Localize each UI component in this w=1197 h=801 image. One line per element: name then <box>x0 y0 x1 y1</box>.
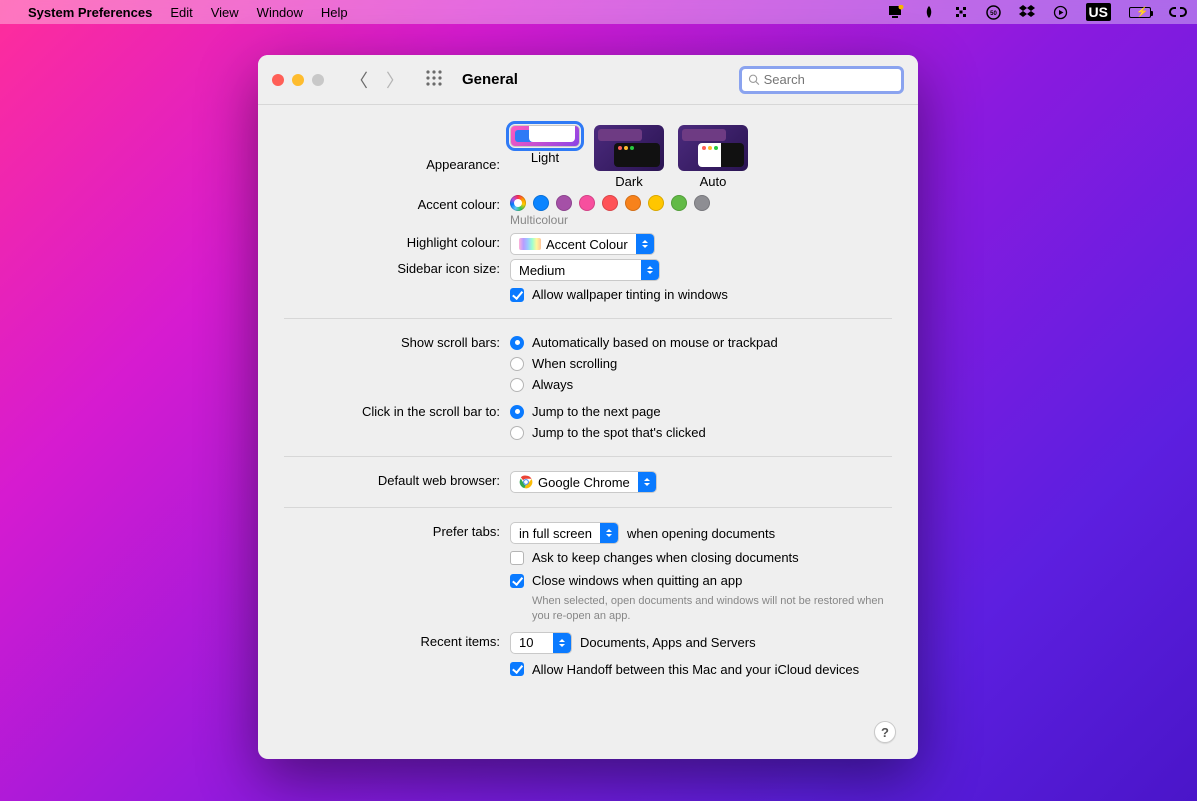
accent-colour-label: Accent colour: <box>284 195 510 212</box>
divider <box>284 456 892 457</box>
scroll-bars-radio-scrolling[interactable]: When scrolling <box>510 356 892 371</box>
click-scroll-bar-label: Click in the scroll bar to: <box>284 402 510 419</box>
accent-swatch-multicolour[interactable] <box>510 195 526 211</box>
recent-items-suffix: Documents, Apps and Servers <box>580 635 756 650</box>
status-icon-play[interactable] <box>1053 5 1068 20</box>
menubar-app-name[interactable]: System Preferences <box>28 5 152 20</box>
input-source-indicator[interactable]: US <box>1086 3 1111 21</box>
appearance-option-label: Light <box>531 150 559 165</box>
zoom-window-button[interactable] <box>312 74 324 86</box>
appearance-option-dark[interactable] <box>594 125 664 171</box>
select-stepper-icon <box>553 633 571 653</box>
highlight-colour-label: Highlight colour: <box>284 233 510 250</box>
notification-center-icon[interactable] <box>888 5 904 19</box>
select-stepper-icon <box>638 472 656 492</box>
search-field[interactable] <box>739 66 904 94</box>
appearance-label: Appearance: <box>284 125 510 172</box>
appearance-option-label: Auto <box>700 174 727 189</box>
prefer-tabs-select[interactable]: in full screen <box>510 522 619 544</box>
menubar-item-help[interactable]: Help <box>321 5 348 20</box>
scroll-bars-radio-auto[interactable]: Automatically based on mouse or trackpad <box>510 335 892 350</box>
dropbox-icon[interactable] <box>1019 5 1035 19</box>
help-button[interactable]: ? <box>874 721 896 743</box>
menubar-item-window[interactable]: Window <box>257 5 303 20</box>
search-input[interactable] <box>764 72 895 87</box>
close-windows-note: When selected, open documents and window… <box>532 594 892 624</box>
menubar: System Preferences Edit View Window Help… <box>0 0 1197 24</box>
close-window-button[interactable] <box>272 74 284 86</box>
status-icon-link[interactable] <box>1169 6 1187 18</box>
accent-swatch-grey[interactable] <box>694 195 710 211</box>
select-stepper-icon <box>636 234 654 254</box>
appearance-option-label: Dark <box>615 174 642 189</box>
status-icon-3[interactable]: 50 <box>986 5 1001 20</box>
accent-swatch-red[interactable] <box>602 195 618 211</box>
window-traffic-lights <box>272 74 324 86</box>
divider <box>284 507 892 508</box>
window-titlebar: 〈 〉 General <box>258 55 918 105</box>
accent-swatch-pink[interactable] <box>579 195 595 211</box>
highlight-colour-select[interactable]: Accent Colour <box>510 233 655 255</box>
menubar-item-view[interactable]: View <box>211 5 239 20</box>
accent-selected-name: Multicolour <box>510 213 892 227</box>
sidebar-icon-size-label: Sidebar icon size: <box>284 259 510 276</box>
sidebar-icon-size-select[interactable]: Medium <box>510 259 660 281</box>
default-browser-label: Default web browser: <box>284 471 510 488</box>
scroll-click-radio-next-page[interactable]: Jump to the next page <box>510 404 892 419</box>
highlight-colour-chip-icon <box>519 238 541 250</box>
scroll-bars-radio-always[interactable]: Always <box>510 377 892 392</box>
menubar-item-edit[interactable]: Edit <box>170 5 192 20</box>
accent-swatch-orange[interactable] <box>625 195 641 211</box>
accent-swatch-purple[interactable] <box>556 195 572 211</box>
default-browser-select[interactable]: Google Chrome <box>510 471 657 493</box>
svg-text:50: 50 <box>990 11 997 17</box>
appearance-option-light[interactable] <box>510 125 580 147</box>
show-scroll-bars-label: Show scroll bars: <box>284 333 510 350</box>
preferences-window: 〈 〉 General Appearance: Light <box>258 55 918 759</box>
show-all-button[interactable] <box>426 70 442 90</box>
select-stepper-icon <box>641 260 659 280</box>
forward-button: 〉 <box>386 67 404 93</box>
search-icon <box>748 73 760 86</box>
close-windows-checkbox[interactable]: Close windows when quitting an app <box>510 573 892 588</box>
ask-keep-changes-checkbox[interactable]: Ask to keep changes when closing documen… <box>510 550 892 565</box>
accent-swatch-blue[interactable] <box>533 195 549 211</box>
select-stepper-icon <box>600 523 618 543</box>
window-title: General <box>462 71 518 88</box>
appearance-option-auto[interactable] <box>678 125 748 171</box>
accent-swatch-yellow[interactable] <box>648 195 664 211</box>
accent-swatch-green[interactable] <box>671 195 687 211</box>
minimize-window-button[interactable] <box>292 74 304 86</box>
back-button[interactable]: 〈 <box>350 67 368 93</box>
status-icon-1[interactable] <box>922 5 936 19</box>
chrome-icon <box>519 475 533 489</box>
recent-items-label: Recent items: <box>284 632 510 649</box>
status-icon-2[interactable] <box>954 5 968 19</box>
recent-items-select[interactable]: 10 <box>510 632 572 654</box>
scroll-click-radio-spot[interactable]: Jump to the spot that's clicked <box>510 425 892 440</box>
handoff-checkbox[interactable]: Allow Handoff between this Mac and your … <box>510 662 892 677</box>
prefer-tabs-label: Prefer tabs: <box>284 522 510 539</box>
wallpaper-tinting-checkbox[interactable]: Allow wallpaper tinting in windows <box>510 287 892 302</box>
divider <box>284 318 892 319</box>
battery-icon[interactable]: ⚡ <box>1129 7 1151 18</box>
prefer-tabs-suffix: when opening documents <box>627 526 775 541</box>
